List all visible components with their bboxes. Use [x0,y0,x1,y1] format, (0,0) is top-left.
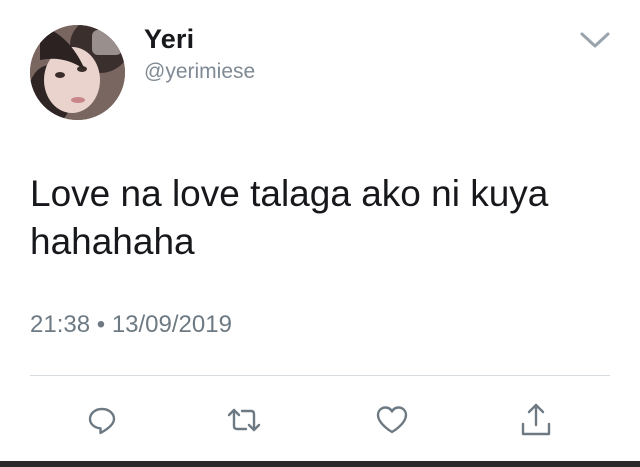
tweet-date: 13/09/2019 [111,311,232,338]
avatar[interactable] [30,25,125,120]
tweet-card: Yeri @yerimiese Love na love talaga ako … [0,0,640,467]
divider [30,375,610,376]
timestamp: 21:38 • 13/09/2019 [30,311,232,339]
avatar-photo [30,25,125,120]
share-icon [521,403,551,436]
retweet-button[interactable] [224,400,264,440]
retweet-icon [227,408,261,432]
share-button[interactable] [516,400,556,440]
reply-icon [88,407,116,435]
chevron-down-icon[interactable] [578,30,612,50]
like-button[interactable] [372,400,412,440]
display-name[interactable]: Yeri [144,24,194,55]
tweet-time: 21:38 [30,311,91,338]
timestamp-separator: • [96,311,106,338]
heart-icon [376,406,408,434]
tweet-text: Love na love talaga ako ni kuya hahahaha [30,170,620,266]
tweet-text-line-2: hahahaha [30,221,195,262]
user-handle[interactable]: @yerimiese [144,60,255,84]
reply-button[interactable] [82,400,122,440]
tweet-text-line-1: Love na love talaga ako ni kuya [30,173,549,214]
bottom-edge [0,461,640,467]
